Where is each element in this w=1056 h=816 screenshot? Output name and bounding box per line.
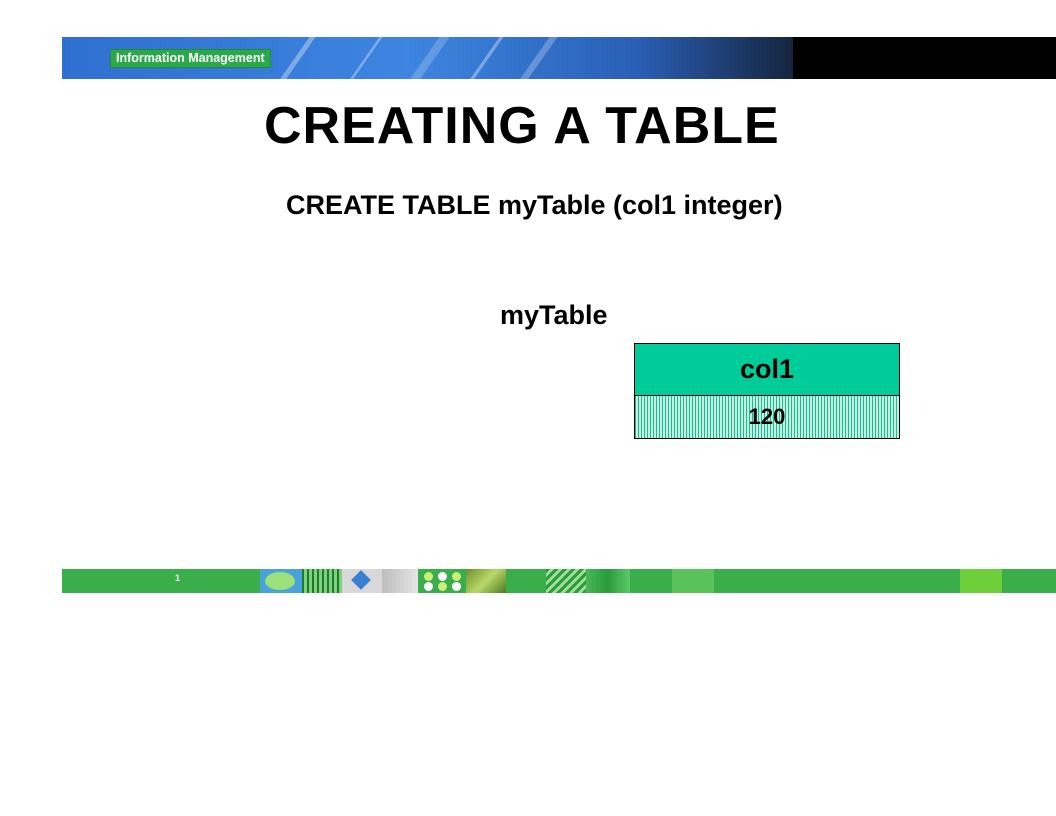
footer-tile-grey <box>382 569 418 593</box>
footer-tile-leaf <box>466 569 506 593</box>
column-header: col1 <box>635 344 899 396</box>
footer-tile-diamond <box>342 569 382 593</box>
footer-tile-light <box>672 569 714 593</box>
table-cell: 120 <box>635 396 899 438</box>
information-management-badge: Information Management <box>110 49 271 68</box>
footer-strip: 1 <box>62 569 1056 593</box>
footer-tile-squares <box>586 569 630 593</box>
page-number: 1 <box>175 573 181 583</box>
cell-value: 120 <box>748 404 786 429</box>
banner-black-block <box>793 37 1056 79</box>
footer-tile-stripes <box>302 569 342 593</box>
footer-tile-right <box>960 569 1002 593</box>
slide-title: CREATING A TABLE <box>264 97 780 155</box>
sql-statement: CREATE TABLE myTable (col1 integer) <box>286 190 783 220</box>
example-table: col1 120 <box>634 343 900 439</box>
footer-tile-lines <box>546 569 586 593</box>
slide: Information Management CREATING A TABLE … <box>0 0 1056 816</box>
table-name-label: myTable <box>500 300 608 330</box>
footer-tile-circle <box>260 569 302 593</box>
footer-tile-dots <box>418 569 466 593</box>
